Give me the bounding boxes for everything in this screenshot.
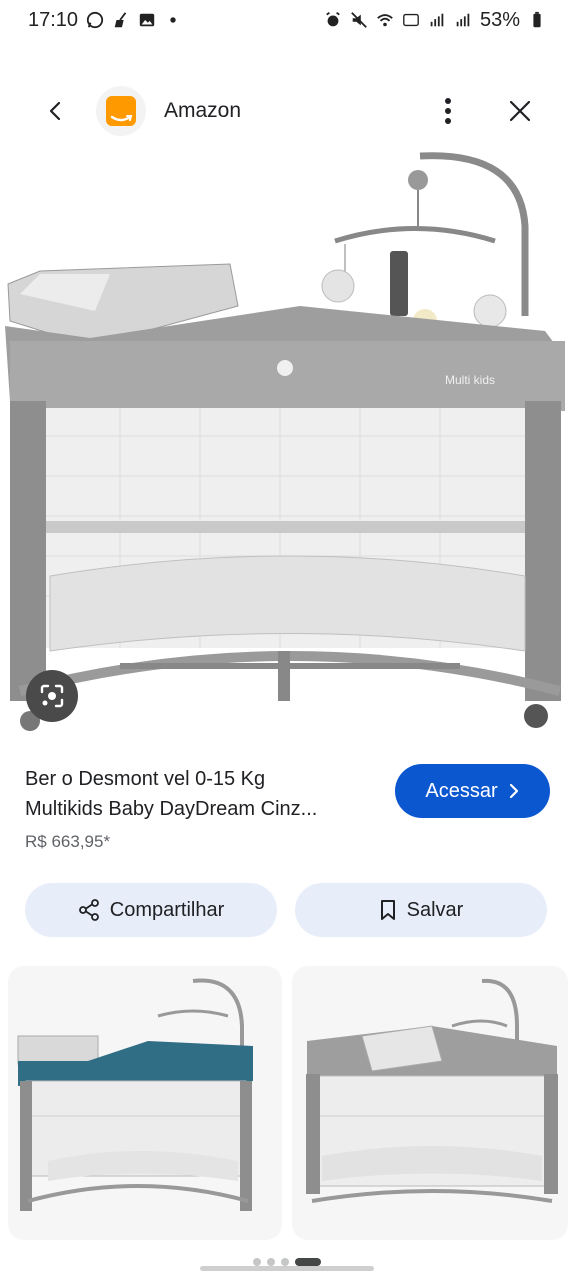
chevron-right-icon xyxy=(509,783,518,799)
share-button[interactable]: Compartilhar xyxy=(25,883,277,937)
image-icon xyxy=(138,11,156,29)
bookmark-icon xyxy=(380,900,395,920)
signal-icon xyxy=(428,11,446,29)
amazon-logo-icon xyxy=(106,96,136,126)
product-title-line-2: Multikids Baby DayDream Cinz... xyxy=(25,798,318,820)
more-vert-icon xyxy=(445,98,451,124)
product-title[interactable]: Ber o Desmont vel 0-15 Kg Multikids Baby… xyxy=(25,764,385,824)
lens-search-icon xyxy=(40,684,64,708)
crib-illustration: Multi kids xyxy=(5,152,565,731)
share-button-label: Compartilhar xyxy=(109,898,225,921)
pager-dot-active xyxy=(295,1258,321,1266)
pager-dot xyxy=(281,1258,289,1266)
dot-icon xyxy=(164,11,182,29)
save-button[interactable]: Salvar xyxy=(295,883,547,937)
crib-thumbnail-gray xyxy=(306,978,558,1203)
signal-icon xyxy=(454,11,472,29)
battery-percent: 53% xyxy=(479,8,520,31)
whatsapp-icon xyxy=(86,11,104,29)
brand-mark: Multi kids xyxy=(445,373,495,387)
save-button-label: Salvar xyxy=(406,898,464,921)
status-bar: 17:10 53% xyxy=(0,0,574,40)
gesture-home-bar[interactable] xyxy=(200,1266,374,1271)
close-button[interactable] xyxy=(502,93,538,129)
product-image[interactable]: Multi kids xyxy=(0,146,574,742)
mute-icon xyxy=(350,11,368,29)
status-right: 53% xyxy=(324,9,546,32)
pager-dot xyxy=(253,1258,261,1266)
related-image-2[interactable] xyxy=(292,966,568,1240)
site-logo xyxy=(96,86,146,136)
visit-button-label: Acessar xyxy=(425,779,498,802)
lens-search-button[interactable] xyxy=(26,670,78,722)
wifi-icon xyxy=(376,11,394,29)
share-icon xyxy=(78,899,99,921)
visit-button[interactable]: Acessar xyxy=(395,764,550,818)
site-name[interactable]: Amazon xyxy=(164,99,241,123)
product-price: R$ 663,95* xyxy=(25,832,111,851)
top-bar: Amazon xyxy=(0,78,574,144)
status-left: 17:10 xyxy=(28,9,182,32)
product-title-line-1: Ber o Desmont vel 0-15 Kg xyxy=(25,768,266,790)
volte-icon xyxy=(402,11,420,29)
battery-icon xyxy=(528,11,546,29)
pager-dot xyxy=(267,1258,275,1266)
crib-thumbnail-blue xyxy=(17,978,253,1211)
back-button[interactable] xyxy=(38,93,74,129)
status-time: 17:10 xyxy=(28,8,79,31)
chevron-left-icon xyxy=(49,101,61,121)
related-image-1[interactable] xyxy=(8,966,282,1240)
more-options-button[interactable] xyxy=(432,91,464,131)
close-icon xyxy=(509,100,531,122)
alarm-icon xyxy=(324,11,342,29)
broom-icon xyxy=(112,11,130,29)
